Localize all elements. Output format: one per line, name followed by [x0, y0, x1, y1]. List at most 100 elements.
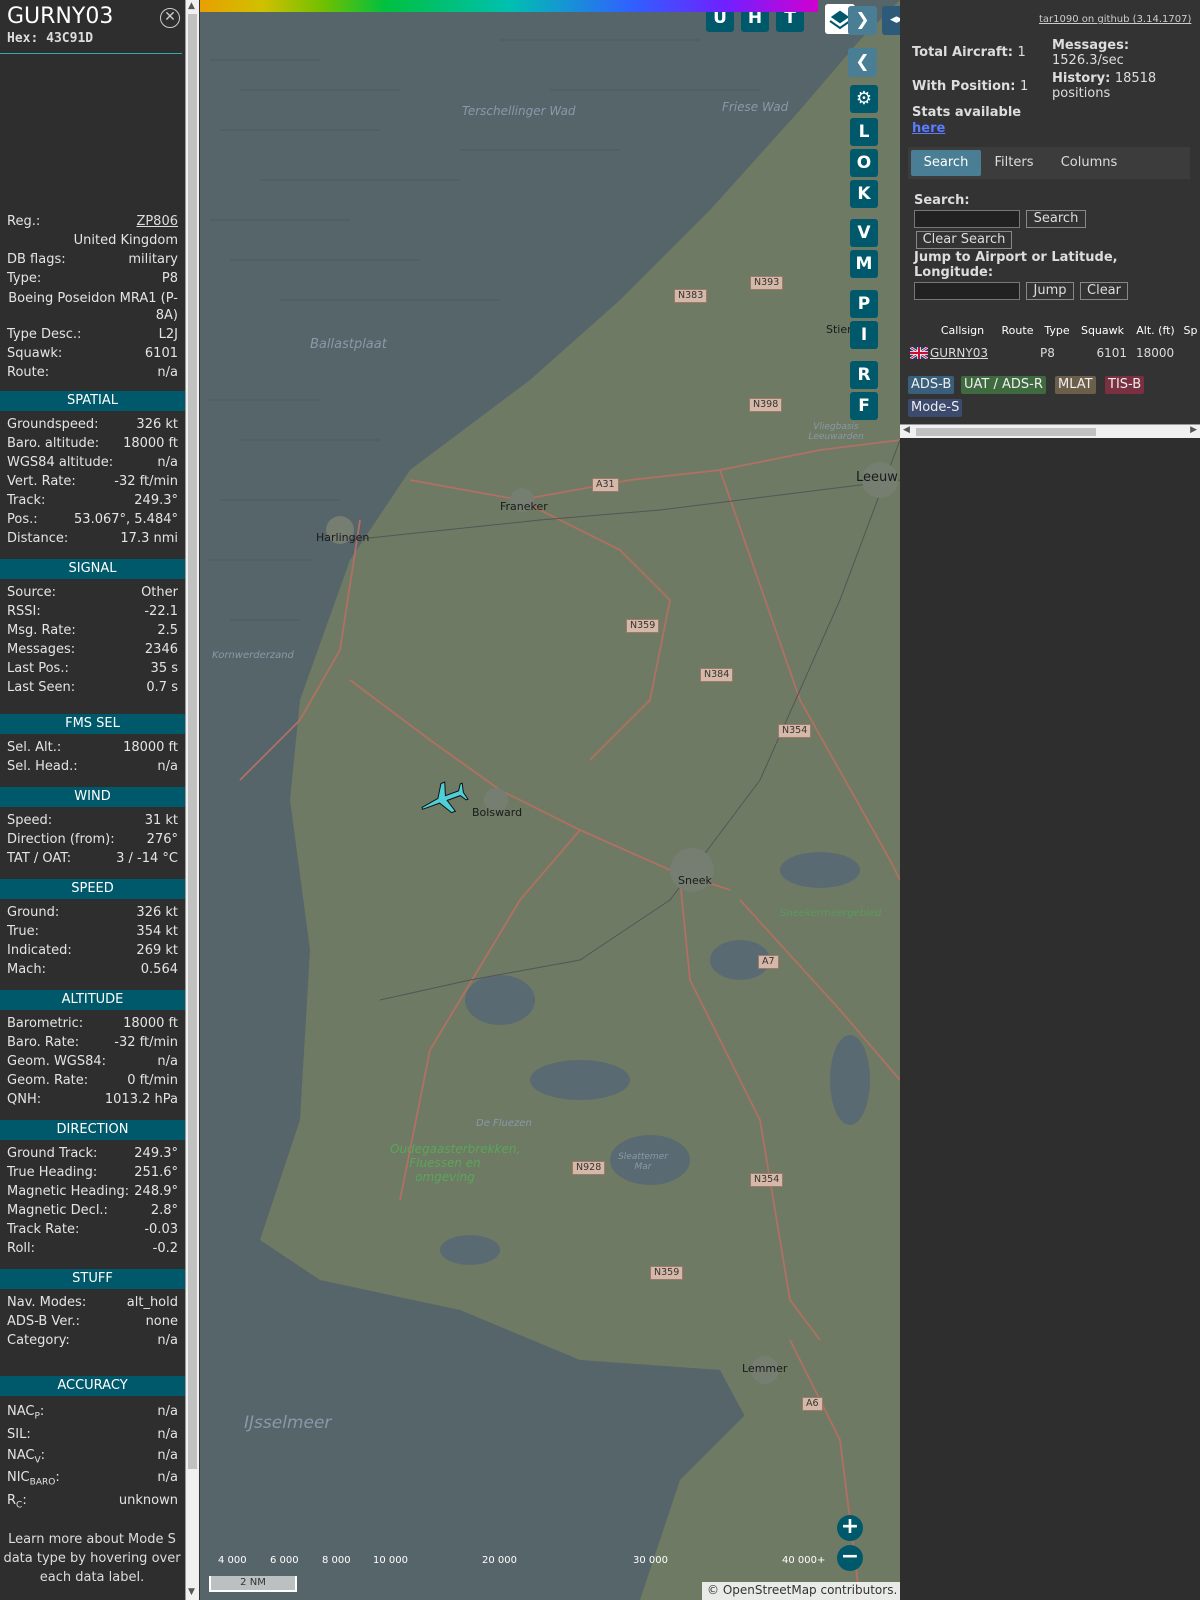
settings-button[interactable]: ⚙: [850, 85, 878, 113]
search-input[interactable]: [914, 210, 1020, 228]
detail-label: Messages:: [7, 642, 76, 657]
detail-label: Vert. Rate:: [7, 474, 76, 489]
scroll-right-icon[interactable]: ▶: [1190, 425, 1197, 435]
scroll-down-icon[interactable]: ▼: [188, 1587, 195, 1597]
scroll-up-icon[interactable]: ▲: [188, 1, 195, 11]
aircraft-callsign: GURNY03: [7, 4, 114, 29]
section-wind: WIND: [0, 787, 185, 807]
detail-value: 326 kt: [136, 905, 178, 920]
map-button-k[interactable]: K: [850, 180, 878, 208]
osm-link[interactable]: OpenStreetMap: [723, 1583, 817, 1597]
detail-value: n/a: [157, 759, 178, 774]
col-squawk[interactable]: Squawk: [1075, 320, 1131, 342]
section-accuracy: ACCURACY: [0, 1376, 185, 1396]
github-link[interactable]: tar1090 on github (3.14.1707): [1039, 14, 1191, 25]
detail-label: Mach:: [7, 962, 46, 977]
label-kornwerderzand: Kornwerderzand: [212, 650, 294, 661]
road-n354-north: N354: [778, 724, 812, 738]
label-harlingen: Harlingen: [316, 531, 370, 544]
collapse-panel-button[interactable]: ❮: [848, 48, 877, 77]
detail-row: Category: n/a: [7, 1333, 178, 1348]
detail-value: n/a: [157, 1333, 178, 1348]
tab-bar: Search Filters Columns: [908, 147, 1190, 179]
scroll-left-icon[interactable]: ◀: [903, 425, 910, 435]
detail-label: WGS84 altitude:: [7, 455, 114, 470]
row-squawk: 6101: [1096, 346, 1127, 360]
section-speed: SPEED: [0, 879, 185, 899]
map-button-f[interactable]: F: [850, 392, 878, 420]
table-hscrollbar[interactable]: ◀ ▶: [900, 424, 1200, 438]
tab-search[interactable]: Search: [911, 150, 981, 176]
tab-columns[interactable]: Columns: [1047, 150, 1131, 176]
detail-row: Speed: 31 kt: [7, 813, 178, 828]
detail-label: Nav. Modes:: [7, 1295, 87, 1310]
detail-label: Msg. Rate:: [7, 623, 76, 638]
tab-filters[interactable]: Filters: [984, 150, 1044, 176]
map-button-v[interactable]: V: [850, 219, 878, 247]
altitude-scale-label: 8 000: [322, 1555, 351, 1566]
type-row: Type: P8: [7, 271, 178, 286]
road-a6: A6: [802, 1397, 823, 1411]
detail-label: Last Pos.:: [7, 661, 69, 676]
clear-jump-button[interactable]: Clear: [1080, 282, 1128, 300]
source-badge: Mode-S: [908, 399, 963, 417]
road-n359-north: N359: [626, 619, 660, 633]
col-flag[interactable]: [908, 320, 930, 342]
map-button-p[interactable]: P: [850, 290, 878, 318]
row-callsign[interactable]: GURNY03: [930, 344, 988, 362]
col-altitude[interactable]: Alt. (ft): [1131, 320, 1181, 342]
zoom-in-button[interactable]: +: [837, 1515, 863, 1541]
col-type[interactable]: Type: [1040, 320, 1075, 342]
detail-label: True Heading:: [7, 1165, 98, 1180]
type-name: Boeing Poseidon MRA1 (P-8A): [8, 291, 178, 323]
registration-link[interactable]: ZP806: [136, 214, 178, 229]
hscroll-thumb[interactable]: [916, 428, 1096, 436]
country: United Kingdom: [73, 233, 178, 248]
detail-row: Sel. Head.: n/a: [7, 759, 178, 774]
search-button[interactable]: Search: [1026, 210, 1086, 228]
col-speed[interactable]: Sp: [1181, 320, 1200, 342]
detail-row: Track Rate: -0.03: [7, 1222, 178, 1237]
detail-value: 326 kt: [136, 417, 178, 432]
jump-input[interactable]: [914, 282, 1020, 300]
map-view[interactable]: Terschellinger Wad Friese Wad Ballastpla…: [200, 0, 900, 1600]
search-label: Search:: [914, 193, 970, 208]
map-button-o[interactable]: O: [850, 149, 878, 177]
expand-panel-button[interactable]: ❯: [848, 6, 877, 35]
zoom-out-button[interactable]: −: [837, 1545, 863, 1571]
detail-value: 269 kt: [136, 943, 178, 958]
label-ballastplaat: Ballastplaat: [310, 337, 387, 352]
col-callsign[interactable]: Callsign: [930, 320, 996, 342]
road-n398: N398: [749, 398, 783, 412]
detail-value: Other: [141, 585, 178, 600]
map-button-r[interactable]: R: [850, 361, 878, 389]
detail-value: 3 / -14 °C: [116, 851, 178, 866]
detail-row: Pos.: 53.067°, 5.484°: [7, 512, 178, 527]
detail-row: Direction (from): 276°: [7, 832, 178, 847]
close-icon[interactable]: ✕: [160, 8, 180, 28]
clear-search-button[interactable]: Clear Search: [916, 231, 1012, 249]
sidebar-scrollbar[interactable]: ▲ ▼: [185, 0, 199, 1600]
altitude-scale-label: 30 000: [633, 1555, 668, 1566]
map-button-m[interactable]: M: [850, 250, 878, 278]
detail-value: -0.03: [144, 1222, 178, 1237]
label-oudega: Oudegaasterbrekken, Fluessen en omgeving: [390, 1142, 521, 1184]
detail-label: Sel. Head.:: [7, 759, 78, 774]
detail-label: Last Seen:: [7, 680, 76, 695]
detail-row: Source: Other: [7, 585, 178, 600]
row-type: P8: [1040, 346, 1055, 360]
detail-value: 17.3 nmi: [120, 531, 178, 546]
scrollbar-thumb[interactable]: [188, 14, 197, 1469]
col-route[interactable]: Route: [996, 320, 1040, 342]
map-button-i[interactable]: I: [850, 321, 878, 349]
detail-label: Direction (from):: [7, 832, 115, 847]
nacv-row: NACV: n/a: [7, 1448, 178, 1466]
stats-link[interactable]: here: [912, 121, 945, 136]
jump-button[interactable]: Jump: [1026, 282, 1074, 300]
map-button-l[interactable]: L: [850, 118, 878, 146]
detail-value: 2.5: [157, 623, 178, 638]
detail-row: Vert. Rate: -32 ft/min: [7, 474, 178, 489]
toggle-sidebar-button[interactable]: ◂▸: [882, 6, 900, 35]
label-ijsselmeer: IJsselmeer: [244, 1413, 332, 1433]
label-bolsward: Bolsward: [472, 806, 523, 819]
